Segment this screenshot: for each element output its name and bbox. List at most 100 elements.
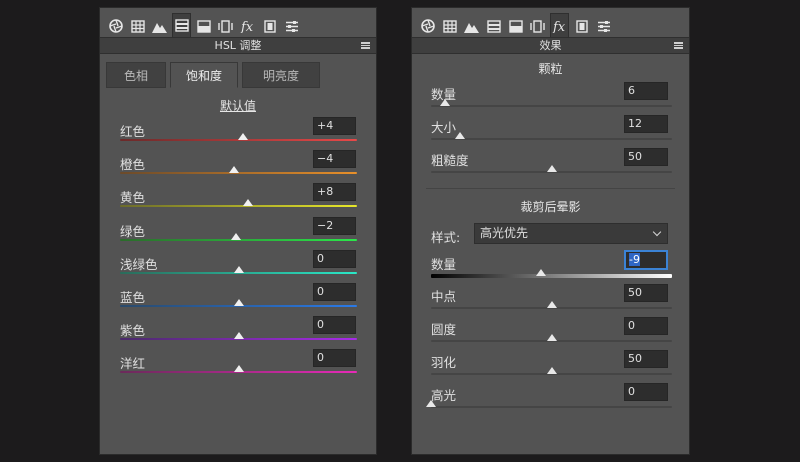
split-tone-icon[interactable]	[506, 15, 525, 37]
detail-icon[interactable]	[528, 15, 547, 37]
value-input[interactable]: 0	[624, 383, 668, 401]
slider-track[interactable]	[426, 400, 672, 408]
film-icon[interactable]	[260, 15, 279, 37]
value-input[interactable]: 0	[313, 316, 356, 335]
style-value: 高光优先	[480, 226, 529, 240]
sliders-icon[interactable]	[594, 15, 613, 37]
hsl-slider-list: 红色 +4 橙色 −4 黄色 +8 绿色 −2 浅绿色 0 蓝色 0 紫色 0 …	[100, 115, 376, 381]
tab-saturation[interactable]: 饱和度	[170, 62, 238, 88]
slider-thumb[interactable]	[233, 332, 244, 340]
panel-menu-icon[interactable]	[361, 42, 370, 49]
slider-label: 蓝色	[120, 289, 146, 305]
value-input[interactable]: 50	[624, 284, 668, 302]
slider-thumb[interactable]	[546, 367, 557, 374]
value-input[interactable]: +4	[313, 117, 356, 135]
default-link[interactable]: 默认值	[100, 97, 376, 115]
slider-label: 数量	[431, 257, 457, 272]
slider-track[interactable]	[120, 298, 357, 307]
tab-hue[interactable]: 色相	[106, 62, 166, 88]
slider-track[interactable]	[431, 165, 672, 173]
slider-track[interactable]	[120, 232, 357, 241]
value-input[interactable]: 50	[624, 350, 668, 368]
value-input[interactable]: −4	[313, 150, 356, 169]
svg-text:fx: fx	[240, 20, 254, 33]
slider-thumb[interactable]	[440, 99, 451, 106]
slider-track[interactable]	[431, 301, 672, 309]
slider-thumb[interactable]	[546, 165, 557, 172]
section-divider	[426, 188, 675, 189]
fx-icon[interactable]: fx	[238, 15, 257, 37]
slider-track[interactable]	[431, 132, 672, 140]
slider-label: 紫色	[120, 323, 146, 339]
value-input[interactable]: 0	[313, 349, 356, 368]
slider-track[interactable]	[120, 265, 357, 274]
hsl-icon[interactable]	[484, 15, 503, 37]
slider-thumb[interactable]	[546, 334, 557, 341]
value-input[interactable]: 0	[624, 317, 668, 335]
mountains-icon[interactable]	[150, 15, 169, 37]
film-icon[interactable]	[572, 15, 591, 37]
tab-luminance[interactable]: 明亮度	[242, 62, 320, 88]
slider-thumb[interactable]	[233, 265, 244, 273]
slider-track[interactable]	[120, 166, 357, 175]
fx-icon[interactable]: fx	[550, 13, 569, 37]
panel-title: 效果	[539, 39, 562, 52]
value-input[interactable]: 0	[313, 249, 356, 268]
slider-track[interactable]	[120, 199, 357, 208]
slider-label: 绿色	[120, 223, 146, 239]
vignette-style-row: 样式: 高光优先	[412, 221, 689, 247]
style-dropdown[interactable]: 高光优先	[474, 223, 668, 244]
slider-thumb[interactable]	[233, 298, 244, 306]
mountains-icon[interactable]	[462, 15, 481, 37]
slider-label: 浅绿色	[120, 256, 158, 272]
slider-row-aqua: 浅绿色 0	[100, 248, 376, 281]
slider-label: 橙色	[120, 157, 146, 173]
value-input[interactable]: 6	[624, 82, 668, 100]
hsl-icon[interactable]	[172, 13, 191, 37]
svg-text:fx: fx	[552, 20, 566, 33]
grain-size-row: 大小 12	[412, 114, 689, 147]
slider-thumb[interactable]	[535, 269, 546, 276]
slider-track[interactable]	[120, 332, 357, 341]
slider-thumb[interactable]	[546, 301, 557, 308]
slider-thumb[interactable]	[426, 400, 436, 407]
aperture-icon[interactable]	[106, 15, 125, 37]
grain-roughness-row: 粗糙度 50	[412, 147, 689, 180]
slider-thumb[interactable]	[454, 132, 465, 139]
slider-row-purple: 紫色 0	[100, 314, 376, 347]
amount-input[interactable]: -9	[624, 250, 668, 270]
slider-thumb[interactable]	[228, 166, 239, 174]
style-label: 样式:	[431, 230, 461, 245]
grid-icon[interactable]	[128, 15, 147, 37]
split-tone-icon[interactable]	[194, 15, 213, 37]
slider-thumb[interactable]	[238, 133, 249, 140]
value-input[interactable]: +8	[313, 183, 356, 202]
grain-amount-row: 数量 6	[412, 81, 689, 114]
slider-row-blue: 蓝色 0	[100, 281, 376, 314]
vignette-highlights-row: 高光 0	[412, 382, 689, 415]
value-input[interactable]: −2	[313, 216, 356, 235]
grid-icon[interactable]	[440, 15, 459, 37]
amount-slider-track[interactable]	[431, 269, 672, 278]
panel-toolbar: fx	[412, 8, 689, 37]
aperture-icon[interactable]	[418, 15, 437, 37]
slider-track[interactable]	[431, 334, 672, 342]
panel-menu-icon[interactable]	[674, 42, 683, 49]
detail-icon[interactable]	[216, 15, 235, 37]
amount-value: -9	[629, 253, 640, 266]
sliders-icon[interactable]	[282, 15, 301, 37]
vignette-amount-row: 数量 -9	[412, 247, 689, 283]
slider-thumb[interactable]	[233, 365, 244, 373]
slider-track[interactable]	[120, 365, 357, 374]
slider-track[interactable]	[431, 99, 672, 107]
slider-thumb[interactable]	[242, 199, 253, 207]
slider-track[interactable]	[431, 367, 672, 375]
panel-title-bar: 效果	[412, 37, 689, 54]
slider-track[interactable]	[120, 133, 357, 141]
value-input[interactable]: 50	[624, 148, 668, 166]
value-input[interactable]: 12	[624, 115, 668, 133]
slider-thumb[interactable]	[231, 232, 242, 240]
slider-label: 红色	[120, 124, 146, 139]
value-input[interactable]: 0	[313, 282, 356, 301]
panel-title: HSL 调整	[214, 39, 262, 52]
